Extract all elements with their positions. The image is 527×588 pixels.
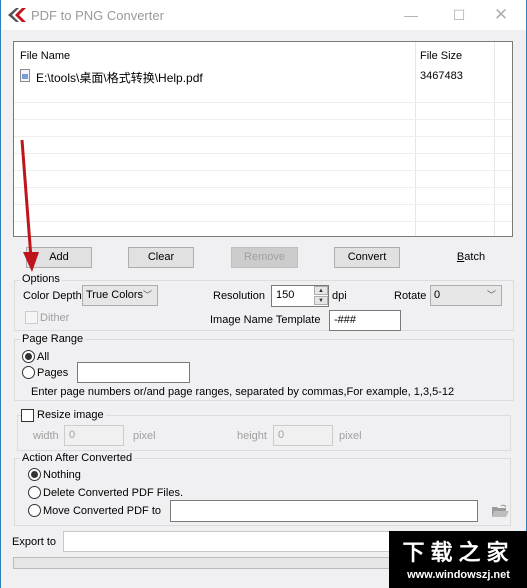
resize-checkbox[interactable] (21, 409, 34, 422)
dither-checkbox[interactable] (25, 311, 38, 324)
page-range-all-label: All (37, 351, 50, 363)
dither-label: Dither (40, 312, 70, 324)
width-unit: pixel (133, 430, 156, 442)
pages-input[interactable] (77, 362, 190, 383)
rotate-select[interactable]: 0 ﹀ (430, 285, 502, 306)
resolution-stepper[interactable]: ▲ ▼ (314, 286, 328, 305)
empty-row (14, 86, 512, 103)
title-bar: PDF to PNG Converter — ☐ ✕ (1, 0, 526, 30)
resize-title: Resize image (35, 409, 106, 421)
column-header-file-size[interactable]: File Size (420, 50, 462, 62)
action-delete-label: Delete Converted PDF Files. (43, 487, 183, 499)
action-move-radio[interactable] (28, 504, 41, 517)
app-window: PDF to PNG Converter — ☐ ✕ File Name Fil… (0, 0, 527, 588)
window-title: PDF to PNG Converter (31, 8, 164, 23)
action-nothing-label: Nothing (43, 469, 81, 481)
resolution-label: Resolution (213, 290, 265, 302)
clear-button[interactable]: Clear (128, 247, 194, 268)
empty-row (14, 103, 512, 120)
app-logo-icon (8, 8, 26, 22)
rotate-label: Rotate (394, 290, 427, 302)
page-range-pages-radio[interactable] (22, 366, 35, 379)
batch-label: atch (464, 251, 486, 263)
color-depth-value: True Colors (86, 289, 144, 301)
empty-row (14, 137, 512, 154)
action-nothing-radio[interactable] (28, 468, 41, 481)
action-after-title: Action After Converted (20, 452, 135, 464)
empty-row (14, 205, 512, 222)
empty-row (14, 120, 512, 137)
spin-up-icon[interactable]: ▲ (314, 286, 328, 295)
minimize-button[interactable]: — (396, 5, 426, 25)
page-range-title: Page Range (20, 333, 86, 345)
template-label: Image Name Template (210, 314, 321, 326)
watermark-url: www.windowszj.net (407, 569, 510, 581)
page-range-hint: Enter page numbers or/and page ranges, s… (31, 386, 455, 398)
empty-row (14, 154, 512, 171)
spin-down-icon[interactable]: ▼ (314, 296, 328, 305)
color-depth-label: Color Depth (23, 290, 82, 302)
watermark-title: 下载之家 (402, 540, 515, 566)
width-input[interactable]: 0 (64, 425, 124, 446)
resolution-value: 150 (276, 289, 295, 301)
export-label: Export to (12, 536, 57, 548)
pdf-file-icon (20, 69, 30, 82)
remove-button[interactable]: Remove (231, 247, 298, 268)
folder-open-icon[interactable] (491, 504, 509, 518)
file-list-header: File Name File Size (14, 42, 512, 64)
template-input[interactable]: -### (329, 310, 401, 331)
width-value: 0 (69, 429, 76, 441)
rotate-value: 0 (434, 289, 441, 301)
chevron-down-icon: ﹀ (486, 290, 496, 300)
column-header-file-name[interactable]: File Name (20, 50, 70, 62)
action-move-label: Move Converted PDF to (43, 505, 161, 517)
page-range-pages-label: Pages (37, 367, 69, 379)
resolution-unit: dpi (332, 290, 347, 302)
height-unit: pixel (339, 430, 362, 442)
annotation-arrow-icon (20, 140, 39, 272)
empty-row (14, 171, 512, 188)
file-name-cell: E:\tools\桌面\格式转换\Help.pdf (36, 71, 203, 85)
height-input[interactable]: 0 (273, 425, 333, 446)
action-delete-radio[interactable] (28, 486, 41, 499)
chevron-down-icon: ﹀ (142, 290, 152, 300)
table-row[interactable]: E:\tools\桌面\格式转换\Help.pdf 3467483 (14, 66, 512, 86)
file-list[interactable]: File Name File Size E:\tools\桌面\格式转换\Hel… (13, 41, 513, 237)
watermark: 下载之家 www.windowszj.net (389, 531, 527, 588)
convert-button[interactable]: Convert (334, 247, 400, 268)
height-label: height (237, 430, 267, 442)
page-range-all-radio[interactable] (22, 350, 35, 363)
maximize-button[interactable]: ☐ (444, 5, 474, 25)
height-value: 0 (278, 429, 285, 441)
move-path-input[interactable] (170, 500, 478, 522)
close-button[interactable]: ✕ (486, 5, 516, 25)
batch-button[interactable]: Batch (438, 247, 504, 268)
empty-row (14, 188, 512, 205)
template-value: -### (334, 314, 357, 326)
file-size-cell: 3467483 (420, 70, 463, 82)
color-depth-select[interactable]: True Colors ﹀ (82, 285, 158, 306)
width-label: width (33, 430, 59, 442)
